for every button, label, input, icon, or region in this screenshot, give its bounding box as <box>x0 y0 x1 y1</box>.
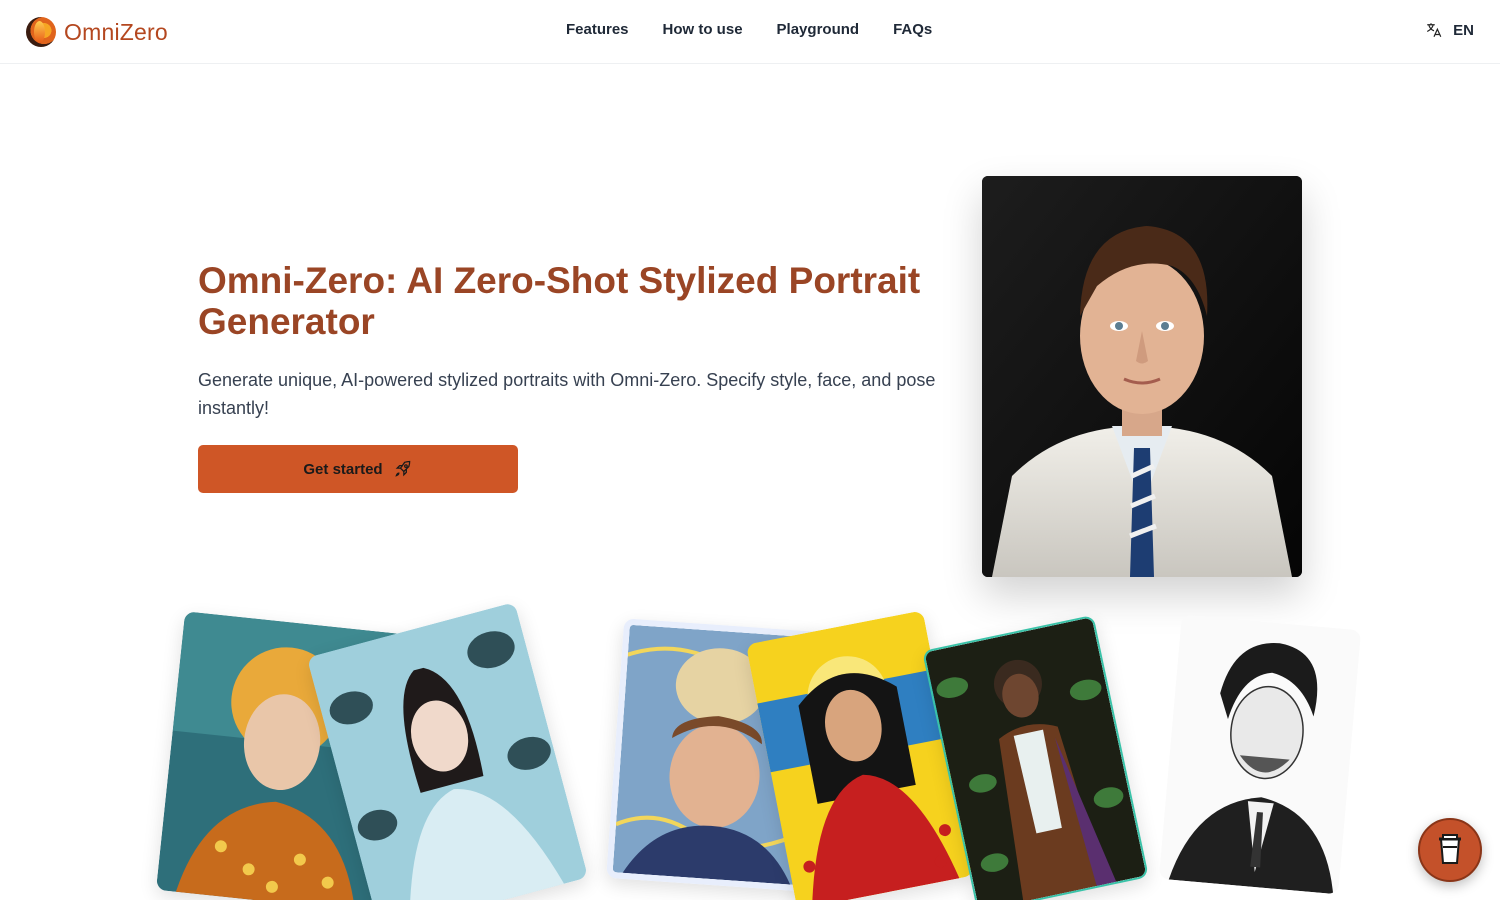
language-label: EN <box>1453 21 1474 39</box>
translate-icon <box>1427 23 1442 37</box>
nav-how-to-use[interactable]: How to use <box>663 21 743 38</box>
coffee-cup-icon <box>1439 834 1461 864</box>
language-switcher[interactable]: EN <box>1425 21 1474 39</box>
get-started-button[interactable]: Get started <box>198 445 518 493</box>
hero-title: Omni-Zero: AI Zero-Shot Stylized Portrai… <box>198 260 921 342</box>
hero-subtitle: Generate unique, AI-powered stylized por… <box>198 370 936 418</box>
nav-playground[interactable]: Playground <box>777 21 860 38</box>
rocket-icon <box>394 460 410 477</box>
logo[interactable]: OmniZero <box>26 17 168 47</box>
gallery-card-ink-sketch <box>1158 614 1362 895</box>
nav-features[interactable]: Features <box>566 21 629 38</box>
top-nav-bar: OmniZero Features How to use Playground … <box>0 0 1500 64</box>
get-started-label: Get started <box>303 460 383 478</box>
nav-faqs[interactable]: FAQs <box>893 21 932 38</box>
hero-portrait-image <box>982 176 1302 577</box>
main-nav: Features How to use Playground FAQs <box>566 21 932 38</box>
buy-me-a-coffee-button[interactable] <box>1418 818 1482 882</box>
logo-text: OmniZero <box>64 18 168 45</box>
logo-mark-icon <box>26 17 56 47</box>
